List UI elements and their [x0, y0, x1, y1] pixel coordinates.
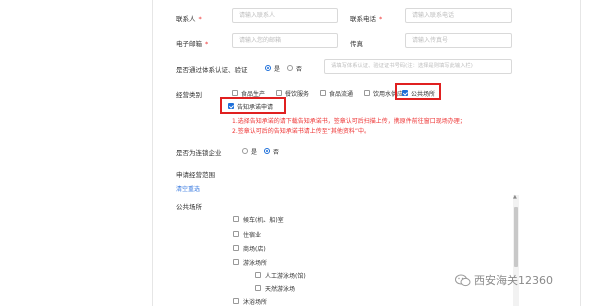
scope-label: 申请经营范围 [176, 171, 215, 179]
category-food-circulation-label: 食品流通 [329, 91, 354, 98]
email-input[interactable]: 请输入您的邮箱 [232, 33, 338, 48]
chain-label: 是否为连锁企业 [176, 149, 222, 157]
watermark: 西安海关12360 [455, 272, 553, 288]
tree-natural-pool-label: 天然游泳场 [265, 286, 296, 293]
tree-waiting-room-label: 候车(机、船)室 [243, 217, 284, 224]
tree-bathing-label: 沐浴场所 [243, 299, 268, 306]
tree-waiting-room-checkbox[interactable] [233, 216, 239, 222]
category-drinking-water-checkbox[interactable] [364, 90, 370, 96]
public-place-section-label: 公共场所 [176, 203, 202, 211]
tree-scrollbar[interactable] [513, 195, 519, 306]
category-food-circulation-checkbox[interactable] [320, 90, 326, 96]
contact-input[interactable]: 请输入联系人 [232, 8, 338, 23]
tree-mall-checkbox[interactable] [233, 245, 239, 251]
cert-label: 是否通过体系认证、验证 [176, 66, 248, 74]
cert-number-input[interactable]: 请填写体系认证、验证证书号码(注：选择是则填写此输入栏) [324, 59, 512, 74]
contact-label: 联系人 * [176, 15, 202, 23]
category-public-place-label: 公共场所 [411, 91, 436, 98]
business-label: 经营类别 [176, 91, 202, 99]
tree-bathing-checkbox[interactable] [233, 298, 239, 304]
notify-label: 告知承诺申请 [237, 104, 274, 111]
fax-label: 传真 [350, 40, 363, 48]
scroll-up-arrow-icon[interactable]: ▲ [513, 194, 517, 200]
tree-lodging-checkbox[interactable] [233, 231, 239, 237]
chain-yes-radio[interactable] [242, 148, 248, 154]
chain-no-label: 否 [273, 149, 280, 156]
chain-yes-label: 是 [251, 149, 258, 156]
category-catering-checkbox[interactable] [276, 90, 282, 96]
tree-artificial-pool-checkbox[interactable] [255, 272, 261, 278]
note-1: 1.选择告知承诺的请下载告知承诺书，签章认可后扫描上传，携原件前往窗口现场办理； [232, 118, 466, 125]
phone-label: 联系电话 * [350, 15, 383, 23]
fax-input[interactable]: 请输入传真号 [405, 33, 512, 48]
tree-swimming-checkbox[interactable] [233, 259, 239, 265]
notify-checkbox[interactable] [228, 103, 234, 109]
cert-no-label: 否 [296, 66, 303, 73]
cert-no-radio[interactable] [287, 65, 293, 71]
wechat-icon [455, 274, 471, 286]
category-food-production-checkbox[interactable] [232, 90, 238, 96]
tree-natural-pool-checkbox[interactable] [255, 285, 261, 291]
tree-scrollbar-thumb[interactable] [514, 207, 518, 267]
cert-yes-label: 是 [274, 66, 281, 73]
watermark-text: 西安海关12360 [474, 274, 553, 287]
right-border [580, 0, 581, 306]
note-2: 2.签章认可后的告知承诺书请上传至“其他资料”中。 [232, 128, 370, 135]
cert-yes-radio[interactable] [265, 65, 271, 71]
phone-input[interactable]: 请输入联系电话 [405, 8, 512, 23]
tree-swimming-label: 游泳场所 [243, 260, 268, 267]
tree-lodging-label: 住宿业 [243, 232, 262, 239]
tree-artificial-pool-label: 人工游泳场(馆) [265, 273, 306, 280]
email-label: 电子邮箱 * [176, 40, 209, 48]
clear-reselect-link[interactable]: 清空重选 [176, 184, 200, 193]
category-public-place-checkbox[interactable] [402, 90, 408, 96]
chain-no-radio[interactable] [264, 148, 270, 154]
left-border [152, 0, 153, 306]
category-catering-label: 餐饮服务 [285, 91, 310, 98]
tree-mall-label: 商场(店) [243, 246, 266, 253]
